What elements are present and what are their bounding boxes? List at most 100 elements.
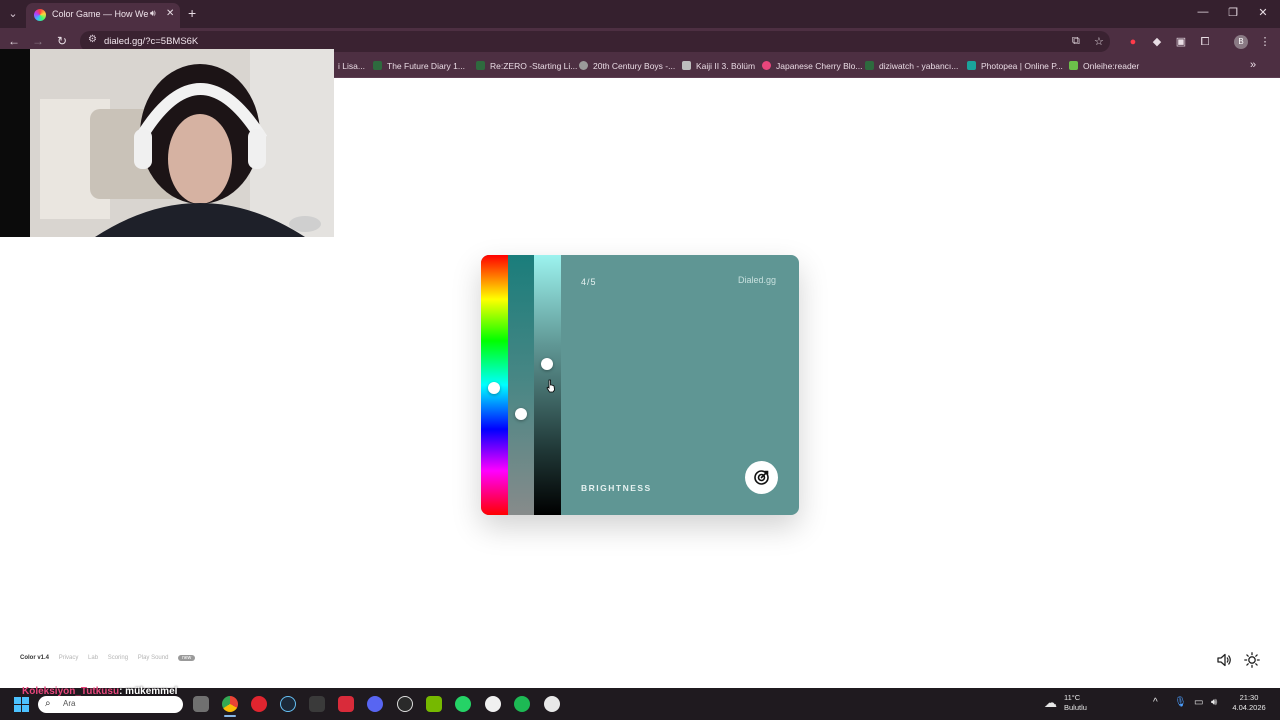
- pocket-icon[interactable]: ▣: [1174, 35, 1188, 49]
- bookmark-favicon-icon: [682, 61, 691, 70]
- new-tab-button[interactable]: +: [188, 5, 196, 21]
- color-game-favicon-icon: [34, 9, 46, 21]
- bookmark-item[interactable]: i Lisa...: [338, 61, 365, 73]
- whatsapp-icon[interactable]: [455, 696, 471, 712]
- bookmark-favicon-icon: [373, 61, 382, 70]
- chevron-up-icon[interactable]: ^: [1153, 697, 1158, 708]
- bookmark-label: Photopea | Online P...: [981, 61, 1063, 71]
- color-game-card: 4/5 Dialed.gg BRIGHTNESS: [481, 255, 799, 515]
- extensions-puzzle-icon[interactable]: ⧠: [1198, 35, 1212, 49]
- version-label: Color v1.4: [20, 655, 50, 661]
- target-icon: [754, 470, 769, 485]
- panda-app-icon[interactable]: [485, 696, 501, 712]
- browser-tab-bar: ⌄ Color Game — How Well C 🔊︎ ✕ + — ❐ ✕: [0, 0, 1280, 28]
- chrome-icon[interactable]: [222, 696, 238, 712]
- discord-icon[interactable]: [367, 696, 383, 712]
- volume-icon[interactable]: 🔊︎: [1211, 697, 1217, 708]
- submit-guess-button[interactable]: [745, 461, 778, 494]
- webcam-overlay: [0, 49, 334, 237]
- bookmark-label: Japanese Cherry Blo...: [776, 61, 863, 71]
- saturation-slider-handle[interactable]: [515, 407, 527, 420]
- play-sound-label: Play Sound: [137, 655, 169, 661]
- bookmark-item[interactable]: Photopea | Online P...: [967, 61, 1063, 73]
- saturation-slider[interactable]: [508, 255, 534, 515]
- bookmark-item[interactable]: 20th Century Boys -...: [579, 61, 675, 73]
- terminal-icon[interactable]: [309, 696, 325, 712]
- bookmark-item[interactable]: diziwatch - yabancı...: [865, 61, 958, 73]
- bookmark-item[interactable]: Onleihe:reader: [1069, 61, 1139, 73]
- close-window-button[interactable]: ✕: [1253, 6, 1273, 19]
- bookmark-label: The Future Diary 1...: [387, 61, 465, 71]
- bookmark-item[interactable]: Re:ZERO -Starting Li...: [476, 61, 577, 73]
- bookmark-favicon-icon: [579, 61, 588, 70]
- back-button[interactable]: ←: [6, 34, 22, 48]
- minimize-button[interactable]: —: [1193, 6, 1213, 18]
- site-info-icon[interactable]: ⚙: [88, 34, 97, 45]
- windows-start-icon[interactable]: [14, 697, 29, 712]
- bookmark-favicon-icon: [865, 61, 874, 70]
- bookmark-favicon-icon: [762, 61, 771, 70]
- opera-gx-icon[interactable]: [251, 696, 267, 712]
- network-icon[interactable]: ▭: [1194, 697, 1203, 708]
- round-counter: 4/5: [581, 277, 597, 287]
- privacy-link[interactable]: Privacy: [59, 655, 79, 661]
- play-sound-link[interactable]: Play Sound new: [138, 655, 204, 661]
- scoring-link[interactable]: Scoring: [108, 655, 128, 661]
- chatgpt-icon[interactable]: [544, 696, 560, 712]
- bookmark-item[interactable]: Kaiji II 3. Bölüm: [682, 61, 755, 73]
- bookmark-label: 20th Century Boys -...: [593, 61, 676, 71]
- weather-widget[interactable]: 11°C Bulutlu: [1064, 693, 1094, 713]
- bookmark-label: diziwatch - yabancı...: [879, 61, 959, 71]
- tab-title: Color Game — How Well C: [52, 9, 148, 19]
- lab-link[interactable]: Lab: [88, 655, 98, 661]
- taskbar-search[interactable]: ⌕ Ara: [38, 696, 183, 713]
- nvidia-icon[interactable]: [426, 696, 442, 712]
- search-placeholder: Ara: [63, 699, 76, 708]
- bookmark-label: Re:ZERO -Starting Li...: [490, 61, 578, 71]
- spotify-icon[interactable]: [514, 696, 530, 712]
- extension-icon[interactable]: ●: [1126, 35, 1140, 49]
- maximize-button[interactable]: ❐: [1223, 6, 1243, 19]
- chat-text: : mükemmel: [119, 686, 178, 697]
- task-view-icon[interactable]: [193, 696, 209, 712]
- speaker-icon[interactable]: 🔊︎: [150, 8, 156, 19]
- bookmark-item[interactable]: The Future Diary 1...: [373, 61, 465, 73]
- profile-avatar[interactable]: B: [1234, 35, 1248, 49]
- search-icon: ⌕: [45, 698, 51, 709]
- webcam-person-image: [0, 49, 334, 237]
- bookmark-label: i Lisa...: [338, 61, 365, 71]
- page-footer: Color v1.4 Privacy Lab Scoring Play Soun…: [20, 655, 211, 667]
- bookmark-star-icon[interactable]: ☆: [1094, 35, 1104, 48]
- close-tab-icon[interactable]: ✕: [166, 8, 174, 19]
- extension-diamond-icon[interactable]: ◆: [1150, 35, 1164, 49]
- forward-button[interactable]: →: [30, 34, 46, 48]
- clock[interactable]: 21:30 4.04.2026: [1228, 693, 1270, 713]
- bookmark-favicon-icon: [476, 61, 485, 70]
- sun-theme-icon[interactable]: [1244, 652, 1260, 668]
- bookmark-favicon-icon: [1069, 61, 1078, 70]
- cloudy-weather-icon[interactable]: ☁: [1044, 695, 1057, 711]
- install-app-icon[interactable]: ⧉: [1072, 35, 1080, 48]
- chrome-active-indicator: [224, 715, 236, 717]
- app-red-icon[interactable]: [338, 696, 354, 712]
- obs-icon[interactable]: [397, 696, 413, 712]
- weather-description: Bulutlu: [1064, 703, 1087, 712]
- bookmark-item[interactable]: Japanese Cherry Blo...: [762, 61, 862, 73]
- clock-date: 4.04.2026: [1232, 703, 1266, 712]
- bookmark-label: Onleihe:reader: [1083, 61, 1140, 71]
- steam-icon[interactable]: [280, 696, 296, 712]
- speaker-toggle-icon[interactable]: [1216, 652, 1232, 668]
- stream-chat-message: Koleksiyon_Tutkusu: mükemmel: [22, 686, 177, 697]
- bookmark-favicon-icon: [967, 61, 976, 70]
- active-tab[interactable]: Color Game — How Well C 🔊︎ ✕: [26, 3, 180, 28]
- hue-slider-handle[interactable]: [488, 381, 500, 394]
- tab-search-button[interactable]: ⌄: [4, 5, 22, 23]
- bookmarks-overflow-icon[interactable]: »: [1250, 59, 1256, 71]
- microphone-icon[interactable]: 🎙︎: [1174, 697, 1187, 708]
- bookmark-label: Kaiji II 3. Bölüm: [696, 61, 756, 71]
- reload-button[interactable]: ↻: [54, 34, 70, 48]
- menu-kebab-icon[interactable]: ⋮: [1258, 35, 1272, 49]
- brightness-slider-handle[interactable]: [541, 358, 553, 371]
- slider-mode-label: BRIGHTNESS: [581, 483, 652, 493]
- hue-slider[interactable]: [481, 255, 508, 515]
